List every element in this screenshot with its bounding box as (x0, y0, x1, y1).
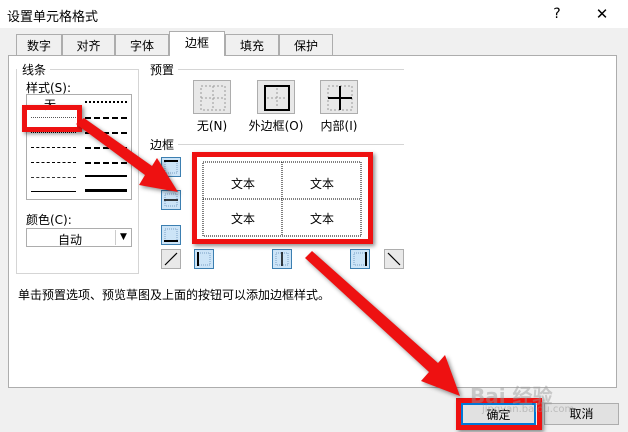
color-value: 自动 (57, 233, 82, 247)
line-style-dash-dot[interactable] (31, 162, 76, 163)
dialog-title: 设置单元格格式 (7, 10, 99, 25)
line-style-medium[interactable] (85, 175, 127, 177)
preset-inside-icon (327, 85, 353, 111)
help-button[interactable]: ? (545, 3, 569, 25)
line-style-thin[interactable] (31, 191, 76, 192)
line-group-bottom (16, 273, 139, 274)
line-style-medium-dash-dot-dot[interactable] (85, 117, 127, 119)
diagonal-up-icon (164, 252, 178, 266)
line-style-dotted[interactable] (31, 132, 76, 133)
tab-alignment[interactable]: 对齐 (62, 34, 115, 55)
preset-none-label: 无(N) (196, 119, 228, 133)
color-label: 颜色(C): (26, 213, 72, 227)
line-group-divider (50, 69, 138, 70)
line-style-dash-dot-dot[interactable] (31, 147, 76, 148)
preset-outline-button[interactable] (257, 80, 295, 114)
close-button[interactable]: ✕ (590, 3, 614, 25)
border-inside-horizontal-button[interactable] (161, 190, 181, 210)
border-bottom-icon (164, 228, 178, 242)
tab-fill[interactable]: 填充 (225, 34, 279, 55)
line-style-slant-dash-dot[interactable] (85, 132, 127, 134)
preset-inside-button[interactable] (320, 80, 358, 114)
hint-text: 单击预置选项、预览草图及上面的按钮可以添加边框样式。 (18, 288, 331, 302)
watermark-url: jingyan.baidu.com (482, 404, 575, 415)
presets-divider (178, 69, 404, 70)
border-inside-vertical-icon (275, 252, 289, 266)
preset-outline-icon (264, 85, 290, 111)
line-style-thick[interactable] (85, 189, 127, 192)
line-group-left (16, 69, 17, 273)
border-bottom-button[interactable] (161, 225, 181, 245)
tab-font[interactable]: 字体 (115, 34, 169, 55)
tab-number[interactable]: 数字 (16, 34, 62, 55)
diagonal-down-icon (387, 252, 401, 266)
border-inside-vertical-button[interactable] (272, 249, 292, 269)
border-diagonal-down-button[interactable] (384, 249, 404, 269)
border-diagonal-up-button[interactable] (161, 249, 181, 269)
line-style-medium-dotted[interactable] (85, 101, 127, 103)
preset-outline-label: 外边框(O) (248, 119, 304, 133)
line-style-medium-dashed[interactable] (85, 162, 127, 164)
line-group-label: 线条 (22, 63, 47, 77)
line-style-medium-dash-dot[interactable] (85, 147, 127, 149)
border-right-button[interactable] (350, 249, 370, 269)
border-inside-horizontal-icon (164, 193, 178, 207)
chevron-down-icon[interactable]: ▼ (115, 230, 131, 245)
title-bar: 设置单元格格式 ? ✕ (0, 0, 628, 28)
annotation-preview-highlight (192, 152, 373, 244)
line-style-dashed[interactable] (31, 177, 76, 178)
color-select[interactable]: 自动 ▼ (26, 228, 132, 247)
border-top-button[interactable] (161, 157, 181, 177)
preset-none-icon (200, 85, 226, 111)
tab-protection[interactable]: 保护 (279, 34, 333, 55)
annotation-style-highlight (22, 105, 82, 132)
border-left-icon (197, 252, 211, 266)
presets-group-label: 预置 (150, 63, 175, 77)
border-left-button[interactable] (194, 249, 214, 269)
line-group-border (138, 69, 139, 273)
preset-inside-label: 内部(I) (320, 119, 358, 133)
tab-border[interactable]: 边框 (169, 31, 225, 56)
preset-none-button[interactable] (193, 80, 231, 114)
border-divider (178, 144, 404, 145)
border-right-icon (353, 252, 367, 266)
border-group-label: 边框 (150, 138, 175, 152)
border-top-icon (164, 160, 178, 174)
